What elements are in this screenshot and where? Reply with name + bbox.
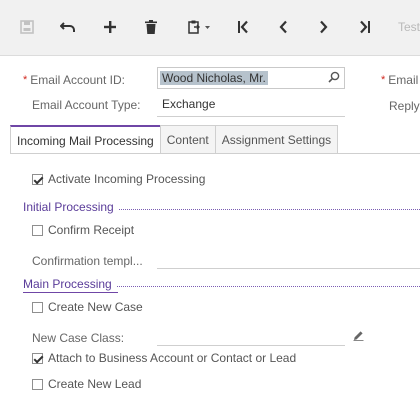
checkbox-checked[interactable] [32, 173, 43, 185]
create-new-lead-checkbox[interactable]: Create New Lead [32, 377, 141, 391]
new-case-class-row: New Case Class: [32, 327, 124, 349]
confirm-receipt-label: Confirm Receipt [48, 223, 135, 237]
save-icon[interactable] [14, 14, 40, 40]
last-icon[interactable] [352, 14, 378, 40]
email-label-right: Email [388, 73, 419, 87]
email-account-id-row: * Email Account ID: [23, 69, 125, 91]
test-button-label[interactable]: Test [398, 20, 420, 34]
first-icon[interactable] [230, 14, 256, 40]
delete-icon[interactable] [138, 14, 164, 40]
email-account-type-row: Email Account Type: [32, 94, 141, 116]
email-account-type-underline [157, 116, 345, 117]
attach-business-account-checkbox[interactable]: Attach to Business Account or Contact or… [32, 351, 296, 365]
edit-pencil-icon[interactable] [353, 330, 364, 344]
attach-business-account-label: Attach to Business Account or Contact or… [48, 351, 297, 365]
previous-icon[interactable] [270, 14, 296, 40]
checkbox-unchecked[interactable] [32, 224, 43, 236]
email-account-type-value: Exchange [162, 97, 216, 111]
tab-content[interactable]: Content [159, 125, 216, 154]
section-divider [116, 285, 420, 287]
email-account-id-label: Email Account ID: [30, 73, 125, 87]
clipboard-icon[interactable] [183, 14, 217, 40]
add-icon[interactable] [97, 14, 123, 40]
email-account-id-value: Wood Nicholas, Mr. [160, 71, 268, 85]
tab-bar: Incoming Mail Processing Content Assignm… [10, 125, 339, 154]
email-account-id-field[interactable]: Wood Nicholas, Mr. [157, 67, 345, 89]
section-title: Main Processing [23, 277, 112, 291]
create-new-case-label: Create New Case [48, 300, 143, 314]
search-icon[interactable] [328, 71, 340, 86]
tab-divider [10, 153, 420, 154]
required-marker: * [23, 74, 28, 86]
section-initial-processing: Initial Processing [23, 200, 420, 214]
email-account-type-label: Email Account Type: [32, 98, 141, 112]
toolbar: Test [0, 0, 420, 56]
section-divider [118, 208, 420, 210]
activate-incoming-processing-label: Activate Incoming Processing [48, 172, 206, 186]
create-new-case-checkbox[interactable]: Create New Case [32, 300, 143, 314]
section-main-processing: Main Processing [23, 277, 420, 291]
confirmation-template-label: Confirmation templ... [32, 254, 143, 268]
section-underline [23, 292, 118, 293]
create-new-lead-label: Create New Lead [48, 377, 142, 391]
confirmation-template-field[interactable] [157, 268, 420, 269]
email-row-right: * Email [381, 69, 418, 91]
reply-label-right: Reply [389, 99, 420, 113]
confirm-receipt-checkbox[interactable]: Confirm Receipt [32, 223, 134, 237]
undo-icon[interactable] [55, 14, 81, 40]
checkbox-unchecked[interactable] [32, 378, 43, 390]
activate-incoming-processing-checkbox[interactable]: Activate Incoming Processing [32, 172, 205, 186]
confirmation-template-row: Confirmation templ... [32, 250, 143, 272]
section-title: Initial Processing [23, 200, 114, 214]
tab-incoming-mail-processing[interactable]: Incoming Mail Processing [10, 125, 161, 154]
required-marker: * [381, 74, 386, 86]
new-case-class-field[interactable] [157, 345, 345, 346]
next-icon[interactable] [311, 14, 337, 40]
checkbox-unchecked[interactable] [32, 301, 43, 313]
tab-assignment-settings[interactable]: Assignment Settings [214, 125, 339, 154]
new-case-class-label: New Case Class: [32, 331, 125, 345]
checkbox-checked[interactable] [32, 352, 43, 364]
reply-row-right: Reply [389, 95, 420, 117]
